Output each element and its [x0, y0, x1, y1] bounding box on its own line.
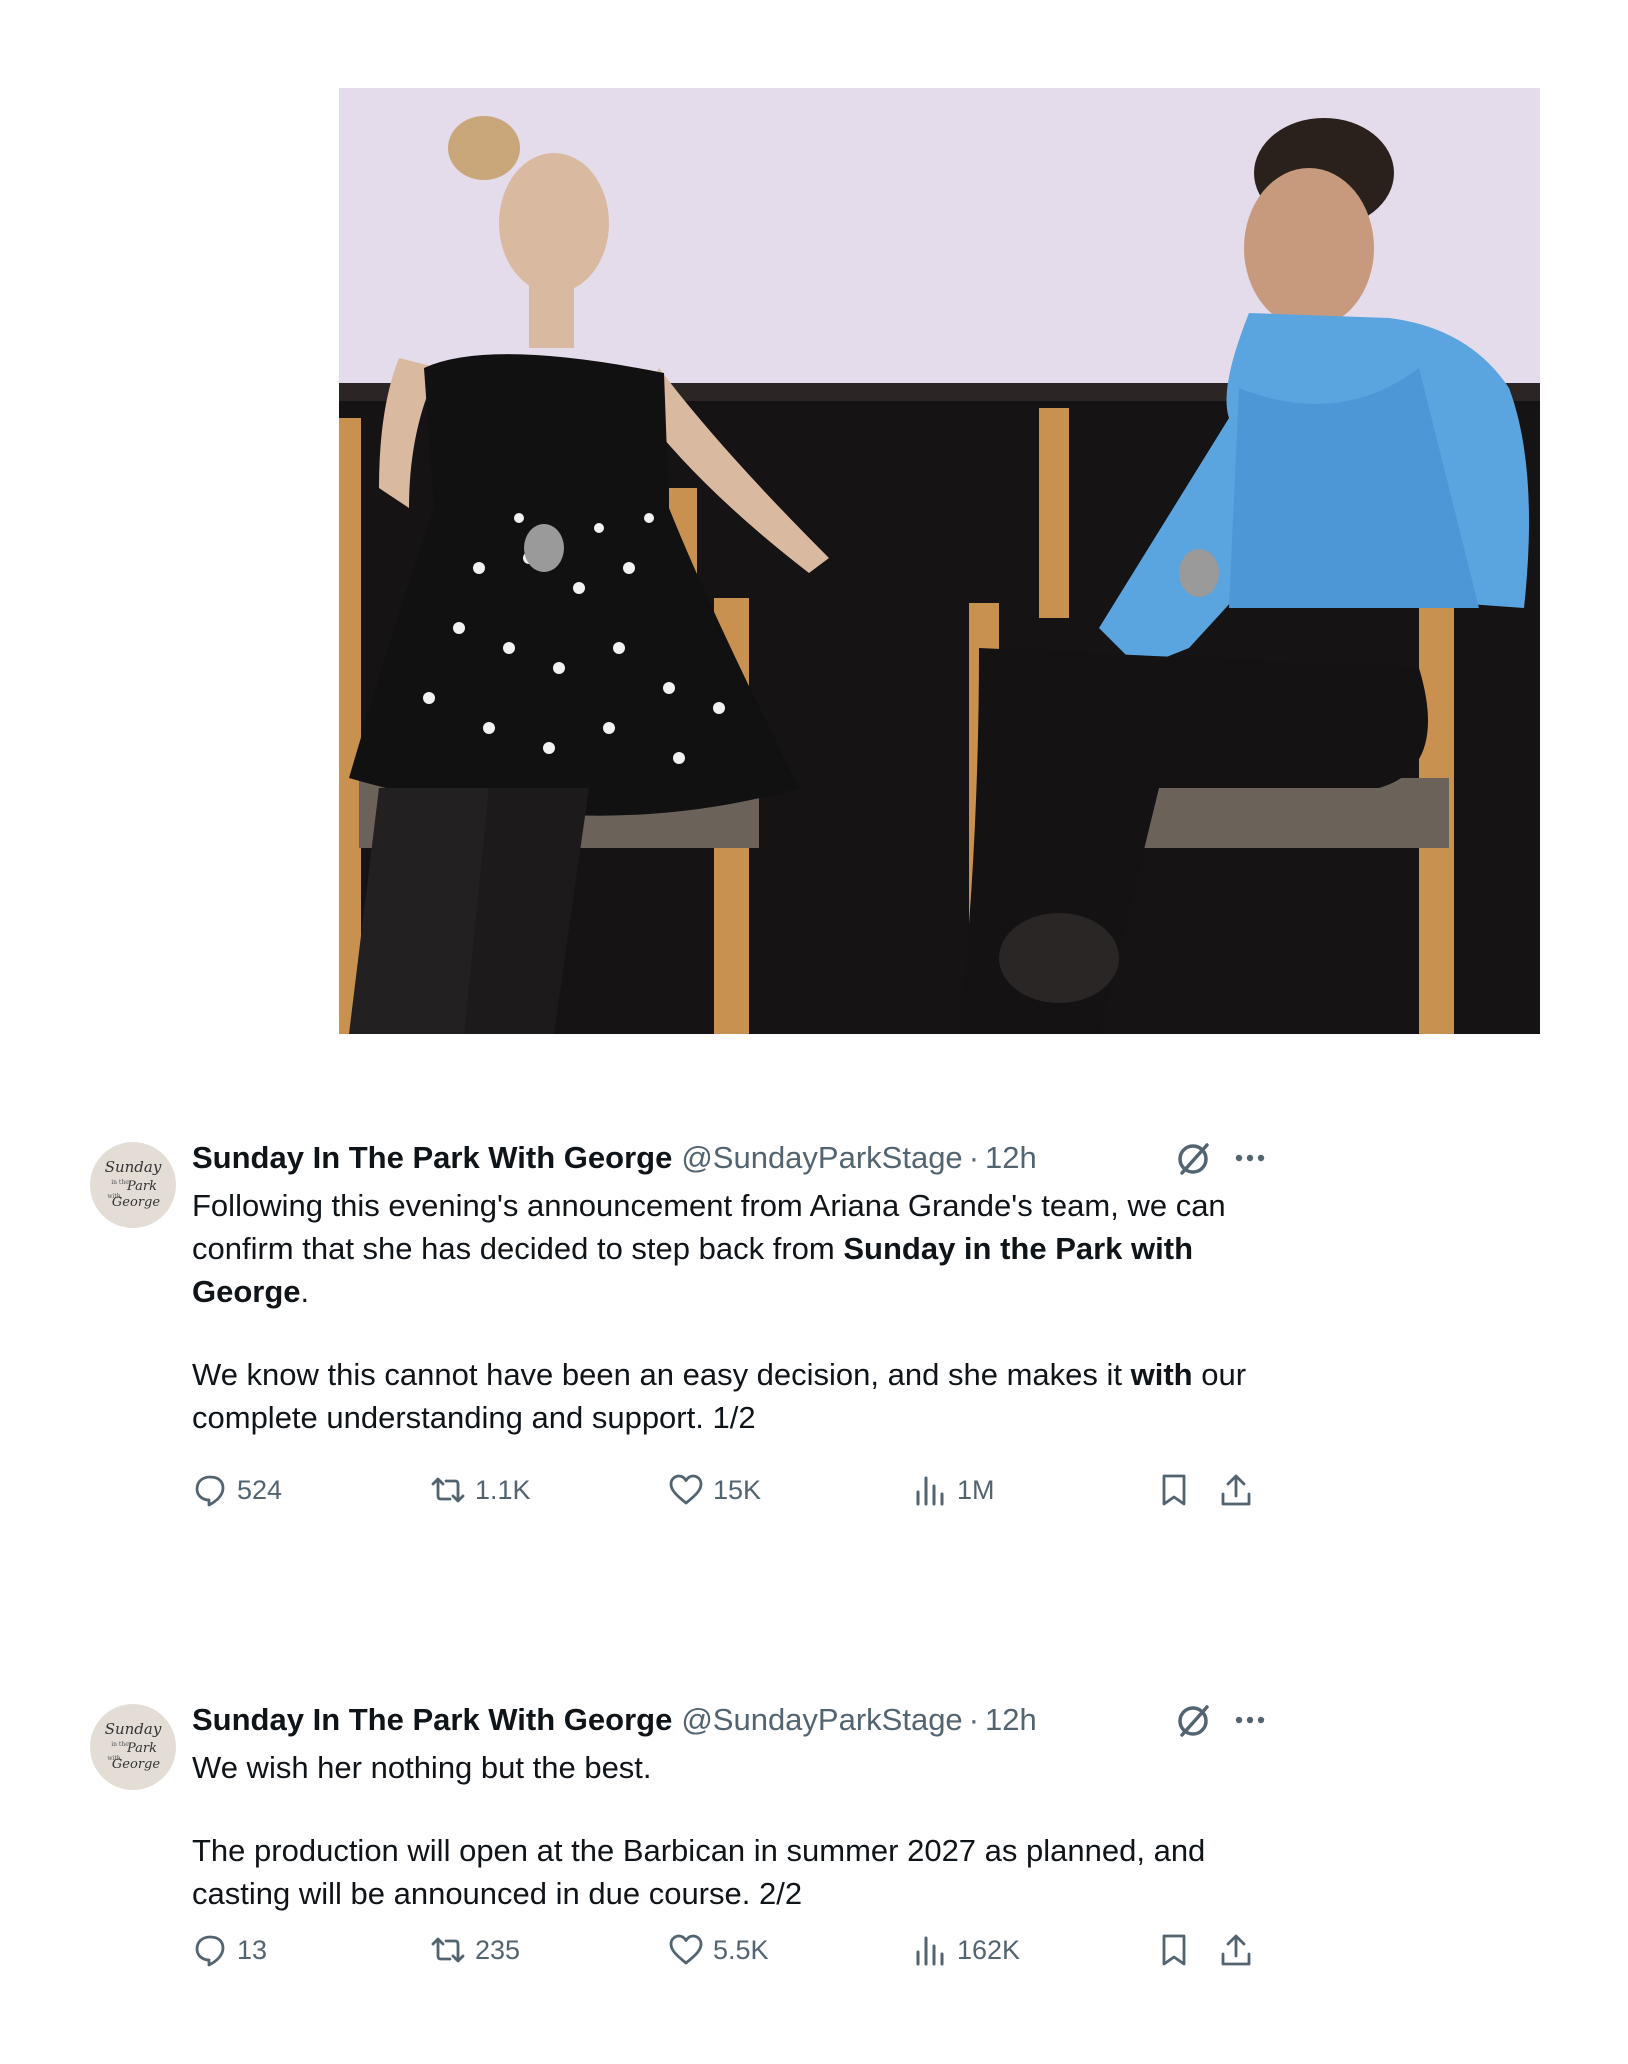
like-count: 15K: [713, 1474, 762, 1505]
tweet-paragraph-2: The production will open at the Barbican…: [192, 1833, 1206, 1911]
timestamp[interactable]: 12h: [985, 1140, 1037, 1176]
tweet-paragraph-1: Following this evening's announcement fr…: [192, 1184, 1282, 1313]
reply-count: 524: [237, 1474, 283, 1505]
reply-count: 13: [237, 1934, 268, 1965]
bookmark-icon: [1162, 1474, 1186, 1506]
more-icon[interactable]: [1232, 1708, 1268, 1732]
bookmark-button[interactable]: [1156, 1468, 1192, 1512]
like-button[interactable]: 15K: [668, 1468, 761, 1512]
timestamp[interactable]: 12h: [985, 1702, 1037, 1738]
tweet-paragraph-1: We wish her nothing but the best.: [192, 1750, 652, 1785]
svg-text:George: George: [112, 1757, 160, 1772]
svg-text:Park: Park: [126, 1741, 157, 1756]
svg-text:Sunday: Sunday: [105, 1720, 162, 1738]
reply-button[interactable]: 13: [192, 1928, 267, 1972]
heart-icon: [669, 1934, 703, 1965]
grok-icon[interactable]: [1174, 1140, 1212, 1178]
views-button[interactable]: 1M: [912, 1468, 995, 1512]
avatar[interactable]: Sunday in the Park with George: [90, 1142, 176, 1228]
retweet-button[interactable]: 235: [430, 1928, 520, 1972]
reply-icon: [195, 1475, 225, 1507]
retweet-icon: [431, 1937, 465, 1963]
svg-text:George: George: [112, 1195, 160, 1210]
tweet-header: Sunday In The Park With George @SundayPa…: [192, 1138, 1037, 1178]
views-count: 1M: [957, 1474, 995, 1505]
display-name[interactable]: Sunday In The Park With George: [192, 1702, 672, 1738]
bookmark-button[interactable]: [1156, 1928, 1192, 1972]
text-segment: .: [300, 1274, 310, 1309]
separator: ·: [968, 1702, 980, 1737]
views-count: 162K: [957, 1934, 1021, 1965]
share-icon: [1221, 1934, 1251, 1966]
svg-text:Sunday: Sunday: [105, 1158, 162, 1176]
retweet-icon: [431, 1477, 465, 1503]
bold-word: with: [1130, 1357, 1193, 1392]
tweet-actions: 13 235 5.5K 162K: [192, 1928, 1282, 1972]
like-button[interactable]: 5.5K: [668, 1928, 769, 1972]
heart-icon: [669, 1474, 703, 1505]
retweet-button[interactable]: 1.1K: [430, 1468, 531, 1512]
user-handle[interactable]: @SundayParkStage: [681, 1140, 962, 1176]
views-icon: [916, 1476, 944, 1506]
retweet-count: 235: [475, 1934, 521, 1965]
avatar[interactable]: Sunday in the Park with George: [90, 1704, 176, 1790]
share-icon: [1221, 1474, 1251, 1506]
views-button[interactable]: 162K: [912, 1928, 1020, 1972]
tweet-header: Sunday In The Park With George @SundayPa…: [192, 1700, 1037, 1740]
text-segment: We know this cannot have been an easy de…: [192, 1357, 1131, 1392]
photo-illustration: [339, 88, 1540, 1034]
user-handle[interactable]: @SundayParkStage: [681, 1702, 962, 1738]
reply-icon: [195, 1935, 225, 1967]
tweet-paragraph-2: We know this cannot have been an easy de…: [192, 1353, 1282, 1439]
sunday-logo-avatar: Sunday in the Park with George: [105, 1158, 162, 1210]
separator: ·: [968, 1140, 980, 1175]
share-button[interactable]: [1218, 1928, 1254, 1972]
sunday-logo-avatar: Sunday in the Park with George: [105, 1720, 162, 1772]
tweet-text: Following this evening's announcement fr…: [192, 1184, 1282, 1439]
grok-icon[interactable]: [1174, 1702, 1212, 1740]
tweet-text: We wish her nothing but the best. The pr…: [192, 1746, 1282, 1915]
views-icon: [916, 1936, 944, 1966]
event-photo[interactable]: [339, 88, 1540, 1034]
reply-button[interactable]: 524: [192, 1468, 282, 1512]
bookmark-icon: [1162, 1934, 1186, 1966]
tweet-actions: 524 1.1K 15K 1M: [192, 1468, 1282, 1512]
retweet-count: 1.1K: [475, 1474, 531, 1505]
display-name[interactable]: Sunday In The Park With George: [192, 1140, 672, 1176]
like-count: 5.5K: [713, 1934, 769, 1965]
more-icon[interactable]: [1232, 1146, 1268, 1170]
svg-text:Park: Park: [126, 1179, 157, 1194]
share-button[interactable]: [1218, 1468, 1254, 1512]
